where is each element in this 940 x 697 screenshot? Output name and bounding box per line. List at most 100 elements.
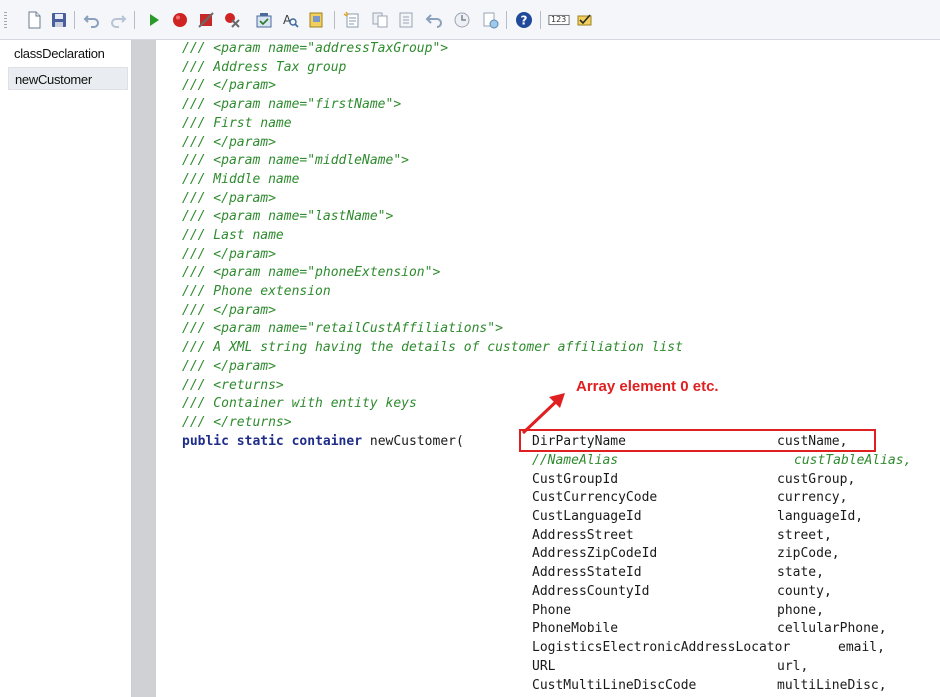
code-line: /// <param name="middleName"> bbox=[182, 153, 409, 168]
param-name: street, bbox=[777, 528, 832, 543]
param-name: state, bbox=[777, 565, 824, 580]
breakpoint-button[interactable] bbox=[170, 10, 190, 30]
toolbar-grip[interactable] bbox=[4, 12, 7, 28]
code-line: /// Phone extension bbox=[182, 284, 331, 299]
code-line: /// </param> bbox=[182, 247, 276, 262]
best-practice-button[interactable] bbox=[575, 10, 595, 30]
code-line: /// </param> bbox=[182, 78, 276, 93]
save-icon bbox=[52, 13, 66, 27]
code-editor[interactable]: /// <param name="addressTaxGroup"> /// A… bbox=[156, 40, 940, 697]
param-name: email, bbox=[838, 640, 885, 655]
enable-breakpoint-icon bbox=[198, 12, 214, 28]
enable-breakpoint-button[interactable] bbox=[196, 10, 216, 30]
copy-button[interactable] bbox=[370, 10, 390, 30]
param-name: url, bbox=[777, 659, 809, 674]
param-type: PhoneMobile bbox=[532, 621, 619, 636]
history-button[interactable] bbox=[452, 10, 472, 30]
method-signature: public static container newCustomer( bbox=[182, 433, 464, 451]
help-icon: ? bbox=[516, 12, 532, 28]
code-line: /// <param name="lastName"> bbox=[182, 209, 394, 224]
param-name: currency, bbox=[777, 490, 848, 505]
keyword: static bbox=[236, 434, 284, 449]
method-item-label: classDeclaration bbox=[14, 46, 105, 61]
redo-button[interactable] bbox=[108, 10, 128, 30]
line-numbers-label: 123 bbox=[551, 15, 567, 24]
svg-text:?: ? bbox=[521, 14, 528, 28]
compile-button[interactable] bbox=[254, 10, 274, 30]
run-button[interactable] bbox=[144, 10, 164, 30]
new-button[interactable] bbox=[24, 10, 44, 30]
param-type: CustMultiLineDiscCode bbox=[532, 678, 697, 693]
param-type: URL bbox=[532, 659, 556, 674]
best-practice-icon bbox=[577, 14, 592, 26]
code-line: /// </param> bbox=[182, 359, 276, 374]
param-type: AddressZipCodeId bbox=[532, 546, 658, 561]
back-button[interactable] bbox=[424, 10, 444, 30]
source-control-button[interactable] bbox=[480, 10, 500, 30]
outline-button[interactable] bbox=[396, 10, 416, 30]
param-name: custTableAlias, bbox=[794, 453, 912, 468]
param-name: multiLineDisc, bbox=[777, 678, 887, 693]
param-type: CustGroupId bbox=[532, 472, 619, 487]
code-line: /// First name bbox=[182, 116, 292, 131]
param-type: //NameAlias bbox=[532, 453, 619, 468]
copy-icon bbox=[372, 12, 388, 28]
param-type: CustLanguageId bbox=[532, 509, 642, 524]
new-method-button[interactable] bbox=[342, 10, 362, 30]
annotation-label: Array element 0 etc. bbox=[576, 378, 719, 395]
param-name: custGroup, bbox=[777, 472, 856, 487]
outline-icon bbox=[399, 12, 413, 28]
code-line: /// </param> bbox=[182, 191, 276, 206]
param-type: AddressCountyId bbox=[532, 584, 650, 599]
new-icon bbox=[28, 11, 41, 29]
param-name: languageId, bbox=[777, 509, 864, 524]
line-numbers-button[interactable]: 123 bbox=[547, 10, 571, 30]
source-control-icon bbox=[483, 12, 499, 29]
script-button[interactable] bbox=[306, 10, 326, 30]
help-button[interactable]: ? bbox=[514, 10, 534, 30]
code-line: /// </returns> bbox=[182, 415, 292, 430]
code-line: /// Last name bbox=[182, 228, 284, 243]
param-type: AddressStreet bbox=[532, 528, 634, 543]
method-item-label: newCustomer bbox=[15, 72, 92, 87]
undo-button[interactable] bbox=[82, 10, 102, 30]
method-item-newcustomer[interactable]: newCustomer bbox=[8, 67, 128, 90]
code-line: /// </param> bbox=[182, 135, 276, 150]
keyword: public bbox=[182, 434, 229, 449]
compile-icon bbox=[256, 13, 272, 28]
remove-breakpoints-button[interactable] bbox=[222, 10, 242, 30]
undo-icon bbox=[83, 15, 99, 28]
run-icon bbox=[150, 14, 159, 26]
code-line: /// <param name="firstName"> bbox=[182, 97, 402, 112]
editor-gutter[interactable] bbox=[132, 40, 156, 697]
code-line: /// </param> bbox=[182, 303, 276, 318]
history-icon bbox=[454, 12, 470, 28]
code-line: /// Address Tax group bbox=[182, 60, 347, 75]
method-list: classDeclaration newCustomer bbox=[0, 40, 132, 697]
code-line: /// A XML string having the details of c… bbox=[182, 340, 683, 355]
param-type: Phone bbox=[532, 603, 572, 618]
lookup-button[interactable]: A bbox=[280, 10, 300, 30]
remove-breakpoints-icon bbox=[225, 13, 240, 28]
annotation-arrow-icon bbox=[521, 393, 565, 435]
code-line: /// <param name="phoneExtension"> bbox=[182, 265, 441, 280]
code-line: /// <returns> bbox=[182, 378, 284, 393]
script-icon bbox=[309, 12, 323, 28]
save-button[interactable] bbox=[49, 10, 69, 30]
code-line: /// <param name="addressTaxGroup"> bbox=[182, 41, 449, 56]
toolbar: A ? 123 bbox=[0, 0, 940, 40]
param-type: AddressStateId bbox=[532, 565, 642, 580]
code-line: /// Middle name bbox=[182, 172, 300, 187]
keyword: container bbox=[291, 434, 363, 449]
param-type: CustCurrencyCode bbox=[532, 490, 658, 505]
param-name: phone, bbox=[777, 603, 824, 618]
param-type: LogisticsElectronicAddressLocator bbox=[532, 640, 791, 655]
lookup-icon: A bbox=[283, 13, 299, 28]
new-method-icon bbox=[343, 11, 359, 28]
code-line: /// <param name="retailCustAffiliations"… bbox=[182, 321, 503, 336]
param-name: cellularPhone, bbox=[777, 621, 887, 636]
method-name: newCustomer( bbox=[369, 434, 464, 449]
param-name: zipCode, bbox=[777, 546, 840, 561]
method-item-classdeclaration[interactable]: classDeclaration bbox=[8, 42, 128, 65]
param-name: county, bbox=[777, 584, 832, 599]
